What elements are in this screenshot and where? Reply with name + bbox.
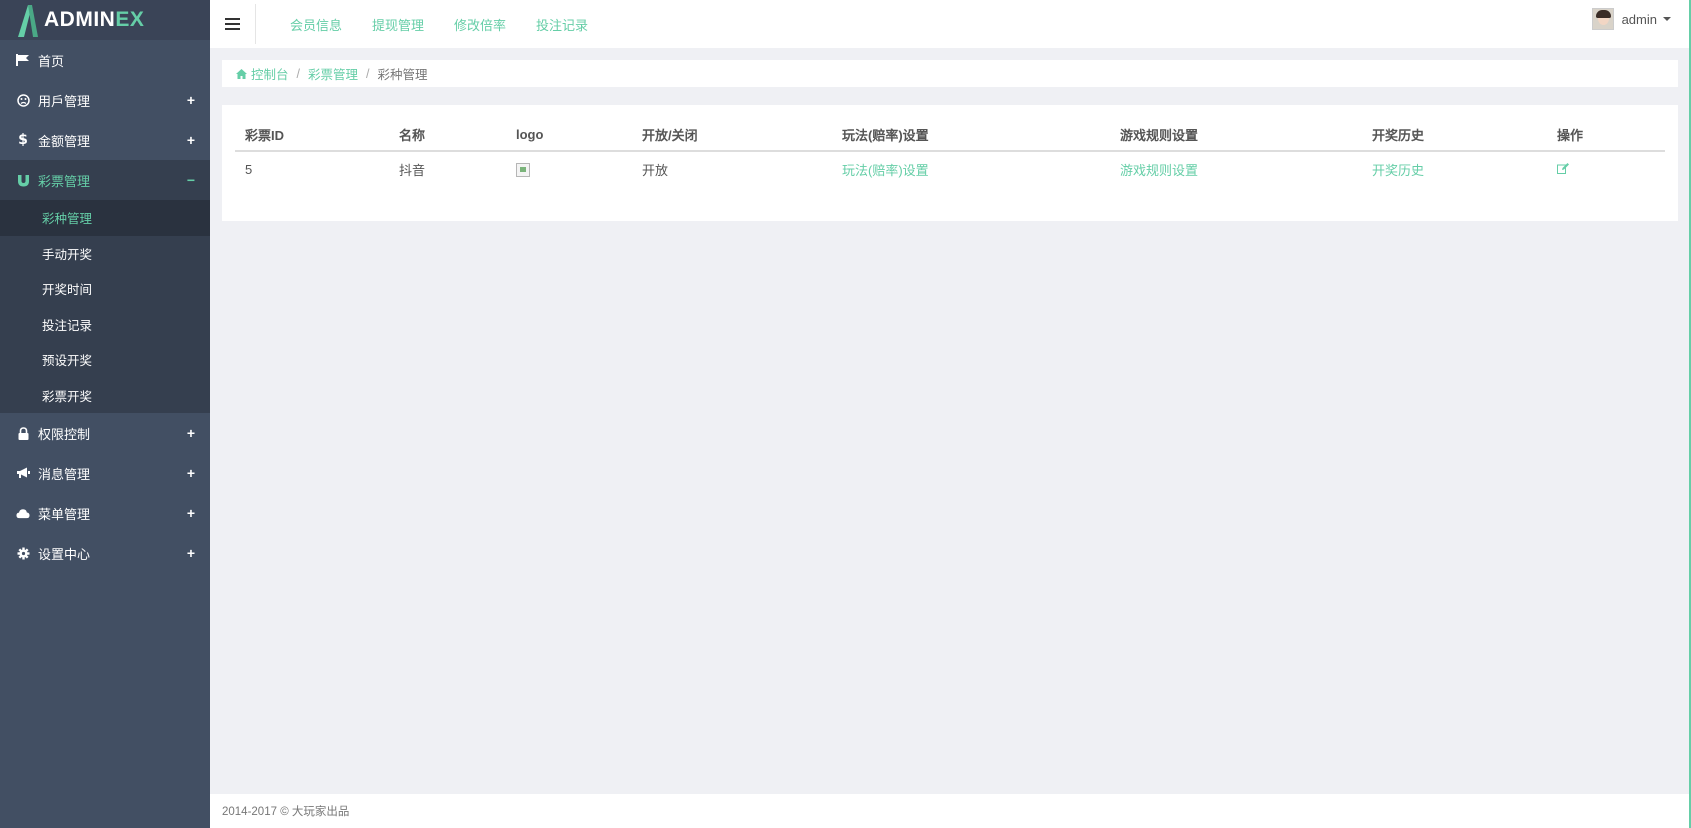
breadcrumb-separator: / [366, 66, 370, 81]
odds-settings-link[interactable]: 玩法(赔率)设置 [842, 163, 929, 178]
logo-text: ADMINEX [44, 8, 145, 31]
breadcrumb-lottery[interactable]: 彩票管理 [308, 64, 358, 83]
cell-actions [1547, 151, 1665, 187]
sidebar-item-users[interactable]: 用戶管理 + [0, 80, 210, 120]
submenu-item-lottery-types[interactable]: 彩种管理 [0, 200, 210, 236]
cell-history: 开奖历史 [1362, 151, 1547, 187]
expand-sign: + [186, 132, 196, 148]
breadcrumb-separator: / [296, 66, 300, 81]
sidebar-menu: 首页 用戶管理 + $ 金额管理 + 彩票管理 − [0, 40, 210, 200]
footer: 2014-2017 © 大玩家出品 [210, 794, 1691, 828]
submenu-item-draw-time[interactable]: 开奖时间 [0, 271, 210, 307]
cell-logo [506, 151, 632, 187]
sidebar-item-home[interactable]: 首页 [0, 40, 210, 80]
sidebar-item-lottery[interactable]: 彩票管理 − [0, 160, 210, 200]
lottery-submenu: 彩种管理 手动开奖 开奖时间 投注记录 预设开奖 彩票开奖 [0, 200, 210, 413]
expand-sign: + [186, 505, 196, 521]
sidebar-item-label: 首页 [38, 53, 65, 69]
submenu-item-lottery-draw[interactable]: 彩票开奖 [0, 378, 210, 414]
sidebar-item-finance[interactable]: $ 金额管理 + [0, 120, 210, 160]
user-face-icon [16, 93, 30, 107]
footer-copyright: 2014-2017 © 大玩家出品 [222, 806, 350, 818]
hamburger-icon [225, 15, 240, 33]
topnav-bet-records[interactable]: 投注记录 [536, 15, 588, 34]
lottery-table: 彩票ID 名称 logo 开放/关闭 玩法(赔率)设置 游戏规则设置 开奖历史 … [235, 119, 1665, 187]
home-icon [236, 68, 247, 79]
content-panel: 彩票ID 名称 logo 开放/关闭 玩法(赔率)设置 游戏规则设置 开奖历史 … [222, 105, 1678, 221]
col-header-odds: 玩法(赔率)设置 [832, 119, 1110, 152]
col-header-id: 彩票ID [235, 119, 389, 152]
submenu-item-manual-draw[interactable]: 手动开奖 [0, 236, 210, 272]
sidebar-toggle-button[interactable] [210, 4, 256, 44]
user-name: admin [1621, 11, 1657, 27]
breadcrumb-current: 彩种管理 [377, 68, 428, 82]
sidebar-item-messages[interactable]: 消息管理 + [0, 453, 210, 493]
broken-image-icon [516, 163, 530, 178]
avatar [1591, 8, 1614, 30]
sidebar-item-permissions[interactable]: 权限控制 + [0, 413, 210, 453]
top-nav: 会员信息 提现管理 修改倍率 投注记录 [290, 15, 618, 34]
cell-status: 开放 [642, 163, 669, 178]
col-header-actions: 操作 [1547, 119, 1665, 152]
submenu-item-preset-draw[interactable]: 预设开奖 [0, 342, 210, 378]
magnet-icon [16, 173, 30, 187]
flag-icon [16, 53, 30, 67]
gear-icon [16, 546, 30, 560]
collapse-sign: − [186, 172, 196, 188]
col-header-rules: 游戏规则设置 [1110, 119, 1362, 152]
topnav-withdraw-manage[interactable]: 提现管理 [372, 15, 424, 34]
expand-sign: + [186, 465, 196, 481]
cell-name: 抖音 [399, 163, 426, 178]
sidebar-item-label: 金额管理 [38, 133, 91, 149]
sidebar-item-label: 彩票管理 [38, 173, 91, 189]
topnav-modify-rate[interactable]: 修改倍率 [454, 15, 506, 34]
expand-sign: + [186, 92, 196, 108]
sidebar-item-settings[interactable]: 设置中心 + [0, 533, 210, 573]
col-header-history: 开奖历史 [1362, 119, 1547, 152]
col-header-name: 名称 [389, 119, 506, 152]
submenu-item-bet-records[interactable]: 投注记录 [0, 307, 210, 343]
sidebar-item-label: 用戶管理 [38, 93, 91, 109]
expand-sign: + [186, 545, 196, 561]
caret-down-icon [1663, 17, 1671, 21]
lock-icon [16, 426, 30, 440]
draw-history-link[interactable]: 开奖历史 [1372, 163, 1424, 178]
table-row: 5 抖音 开放 玩法(赔率)设置 游戏规则设置 开奖历史 [235, 151, 1665, 187]
edit-icon[interactable] [1557, 162, 1569, 177]
cell-id: 5 [245, 162, 253, 177]
top-header: 会员信息 提现管理 修改倍率 投注记录 admin [210, 0, 1691, 48]
sidebar-item-label: 权限控制 [38, 426, 91, 442]
cloud-icon [16, 506, 30, 520]
dollar-icon: $ [18, 132, 28, 148]
bullhorn-icon [16, 466, 30, 480]
col-header-status: 开放/关闭 [632, 119, 832, 152]
logo-mark-icon [16, 3, 38, 37]
expand-sign: + [186, 425, 196, 441]
cell-odds: 玩法(赔率)设置 [832, 151, 1110, 187]
cell-rules: 游戏规则设置 [1110, 151, 1362, 187]
sidebar-item-label: 菜单管理 [38, 506, 91, 522]
rules-settings-link[interactable]: 游戏规则设置 [1120, 163, 1198, 178]
user-menu[interactable]: admin [1591, 8, 1671, 30]
col-header-logo: logo [506, 119, 632, 152]
logo[interactable]: ADMINEX [0, 0, 210, 40]
breadcrumb: 控制台 / 彩票管理 / 彩种管理 [222, 60, 1678, 87]
table-header-row: 彩票ID 名称 logo 开放/关闭 玩法(赔率)设置 游戏规则设置 开奖历史 … [235, 119, 1665, 152]
sidebar-item-label: 消息管理 [38, 466, 91, 482]
sidebar: ADMINEX 首页 用戶管理 + $ 金额管理 + 彩票管理 − 彩种管理 手… [0, 0, 210, 828]
sidebar-item-label: 设置中心 [38, 546, 91, 562]
sidebar-menu-lower: 权限控制 + 消息管理 + 菜单管理 + 设置中心 + [0, 413, 210, 573]
breadcrumb-dashboard[interactable]: 控制台 [251, 64, 289, 83]
sidebar-item-menus[interactable]: 菜单管理 + [0, 493, 210, 533]
topnav-member-info[interactable]: 会员信息 [290, 15, 342, 34]
